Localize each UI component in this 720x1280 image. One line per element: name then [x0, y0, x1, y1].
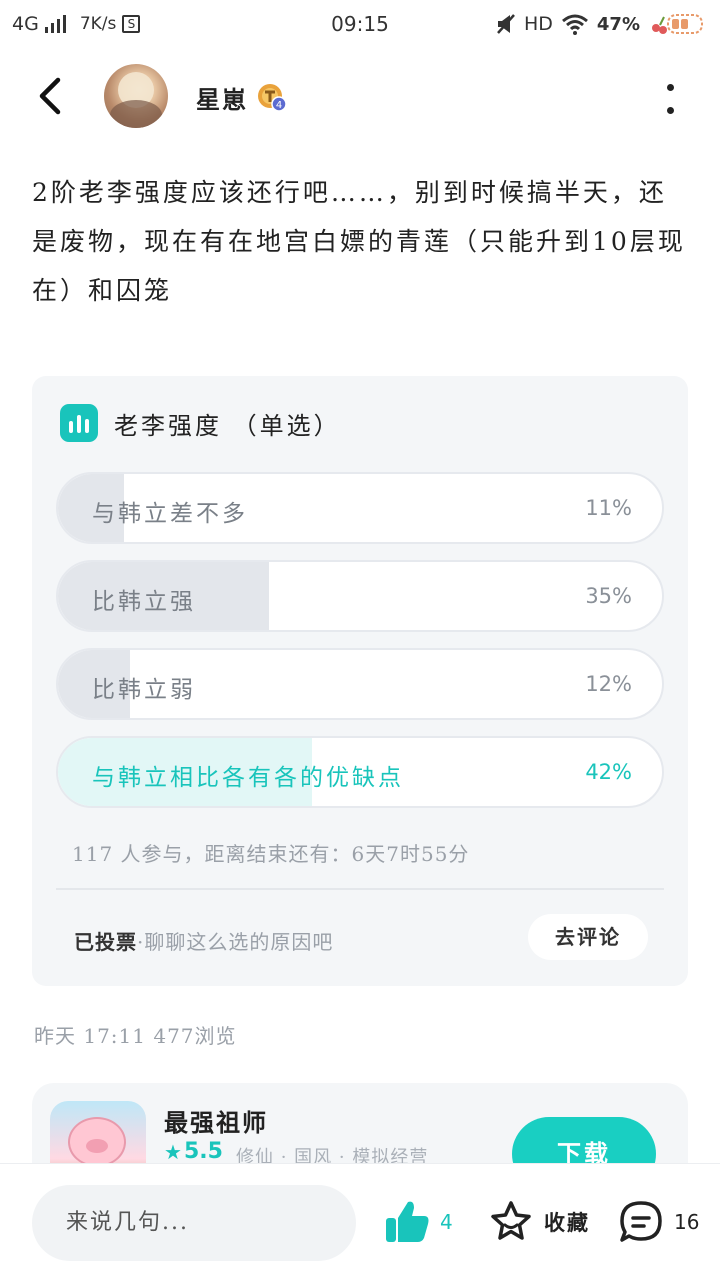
poll-header: 老李强度 （单选） — [60, 404, 341, 442]
back-button[interactable] — [30, 72, 74, 120]
status-bar: 4G 7K/s S 09:15 HD 47% — [0, 0, 720, 50]
voted-prompt: ·聊聊这么选的原因吧 — [137, 930, 334, 954]
poll-option-percent: 11% — [585, 496, 632, 520]
like-button[interactable]: 4 — [384, 1200, 453, 1244]
poll-option[interactable]: 与韩立差不多 11% — [56, 472, 664, 544]
battery-percent: 47% — [596, 13, 640, 35]
username[interactable]: 星崽 — [196, 80, 248, 115]
poll-option-selected[interactable]: 与韩立相比各有各的优缺点 42% — [56, 736, 664, 808]
poll-option-percent: 35% — [585, 584, 632, 608]
avatar[interactable] — [104, 64, 168, 128]
level-number: 4 — [276, 100, 282, 111]
poll-option[interactable]: 比韩立弱 12% — [56, 648, 664, 720]
poll-option-label: 比韩立弱 — [92, 677, 196, 703]
favorite-button[interactable]: 收藏 — [488, 1199, 590, 1245]
game-rating: ★ 5.5 — [164, 1139, 223, 1164]
post-detail-page: 4G 7K/s S 09:15 HD 47% 星崽 4 2阶老李强度应该还行吧…… — [0, 0, 720, 1280]
more-options-button[interactable] — [664, 84, 676, 114]
poll-option-label: 与韩立相比各有各的优缺点 — [92, 765, 404, 791]
poll-participants-info: 117 人参与，距离结束还有：6天7时55分 — [72, 842, 470, 866]
thumbs-up-icon — [386, 1201, 429, 1242]
divider — [56, 888, 664, 890]
reply-count: 16 — [674, 1210, 700, 1234]
poll-option-label: 与韩立差不多 — [92, 501, 248, 527]
post-content: 2阶老李强度应该还行吧……，别到时候搞半天，还是废物，现在有在地宫白嫖的青莲（只… — [32, 178, 686, 305]
voted-status: 已投票·聊聊这么选的原因吧 — [74, 926, 333, 955]
poll-title: 老李强度 （单选） — [114, 411, 341, 440]
bottom-action-bar: 来说几句... 4 收藏 16 — [0, 1163, 720, 1280]
comment-bubble-icon — [620, 1201, 662, 1242]
favorite-label: 收藏 — [544, 1210, 590, 1235]
wifi-icon — [561, 14, 588, 35]
level-badge-icon: 4 — [258, 84, 286, 112]
post-meta: 昨天 17:11 477浏览 — [34, 1024, 237, 1048]
post-header: 星崽 4 — [0, 60, 720, 132]
poll-option-percent: 12% — [585, 672, 632, 696]
more-icon — [666, 84, 674, 91]
mute-icon — [497, 14, 515, 34]
poll-chart-icon — [60, 404, 98, 442]
status-right: HD 47% — [496, 11, 706, 37]
like-count: 4 — [440, 1210, 453, 1234]
go-comment-button[interactable]: 去评论 — [528, 914, 648, 960]
game-rating-value: 5.5 — [183, 1139, 223, 1164]
game-name: 最强祖师 — [164, 1108, 268, 1137]
voted-label: 已投票 — [74, 930, 137, 954]
star-outline-icon — [491, 1201, 531, 1240]
poll-option-percent: 42% — [585, 760, 632, 784]
star-icon: ★ — [164, 1139, 182, 1164]
back-arrow-icon — [39, 77, 61, 115]
hd-indicator: HD — [523, 13, 553, 35]
battery-icon — [652, 14, 703, 34]
poll-option-label: 比韩立强 — [92, 589, 196, 615]
poll-option[interactable]: 比韩立强 35% — [56, 560, 664, 632]
comment-input[interactable]: 来说几句... — [32, 1185, 356, 1261]
reply-button[interactable]: 16 — [618, 1200, 699, 1244]
poll-card: 老李强度 （单选） 与韩立差不多 11% 比韩立强 35% 比韩立弱 12% 与… — [32, 376, 688, 986]
